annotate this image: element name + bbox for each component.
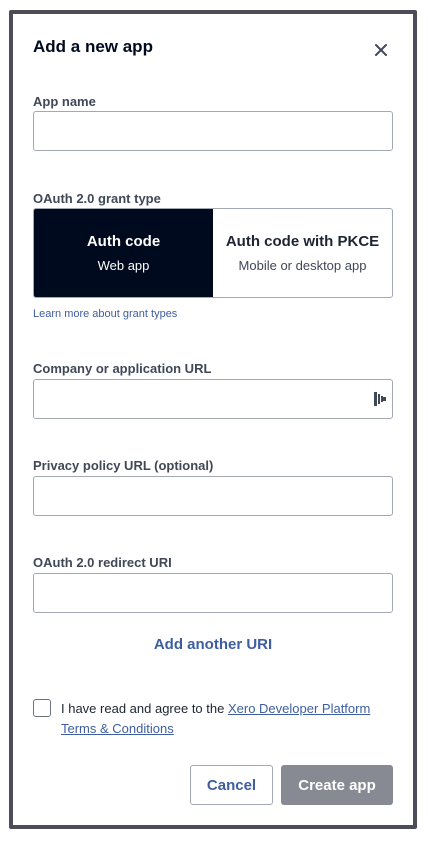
grant-type-toggle: Auth code Web app Auth code with PKCE Mo… <box>33 208 393 298</box>
create-app-button[interactable]: Create app <box>281 765 393 805</box>
redirect-uri-input[interactable] <box>33 573 393 613</box>
terms-checkbox[interactable] <box>33 699 51 717</box>
company-url-label: Company or application URL <box>33 361 212 376</box>
grant-option-title: Auth code with PKCE <box>225 233 380 250</box>
learn-more-grant-types-link[interactable]: Learn more about grant types <box>33 308 177 320</box>
grant-option-title: Auth code <box>86 233 161 250</box>
grant-option-auth-code-pkce[interactable]: Auth code with PKCE Mobile or desktop ap… <box>213 209 392 297</box>
password-manager-icon[interactable] <box>373 391 387 407</box>
close-button[interactable] <box>369 38 393 62</box>
modal-title: Add a new app <box>33 37 153 56</box>
close-icon <box>375 44 387 56</box>
grant-option-subtitle: Mobile or desktop app <box>238 258 367 273</box>
app-name-label: App name <box>33 94 96 109</box>
privacy-url-input[interactable] <box>33 476 393 516</box>
company-url-input[interactable] <box>33 379 393 419</box>
grant-type-label: OAuth 2.0 grant type <box>33 191 161 206</box>
privacy-url-label: Privacy policy URL (optional) <box>33 458 214 473</box>
redirect-uri-label: OAuth 2.0 redirect URI <box>33 555 172 570</box>
add-another-uri-button[interactable]: Add another URI <box>13 636 413 653</box>
grant-option-auth-code[interactable]: Auth code Web app <box>34 209 213 297</box>
terms-text: I have read and agree to the Xero Develo… <box>61 699 391 739</box>
company-url-wrapper <box>33 379 393 419</box>
app-name-input[interactable] <box>33 111 393 151</box>
add-app-modal: Add a new app App name OAuth 2.0 grant t… <box>9 10 417 829</box>
cancel-button[interactable]: Cancel <box>190 765 273 805</box>
grant-option-subtitle: Web app <box>97 258 150 273</box>
terms-prefix: I have read and agree to the <box>61 701 228 716</box>
